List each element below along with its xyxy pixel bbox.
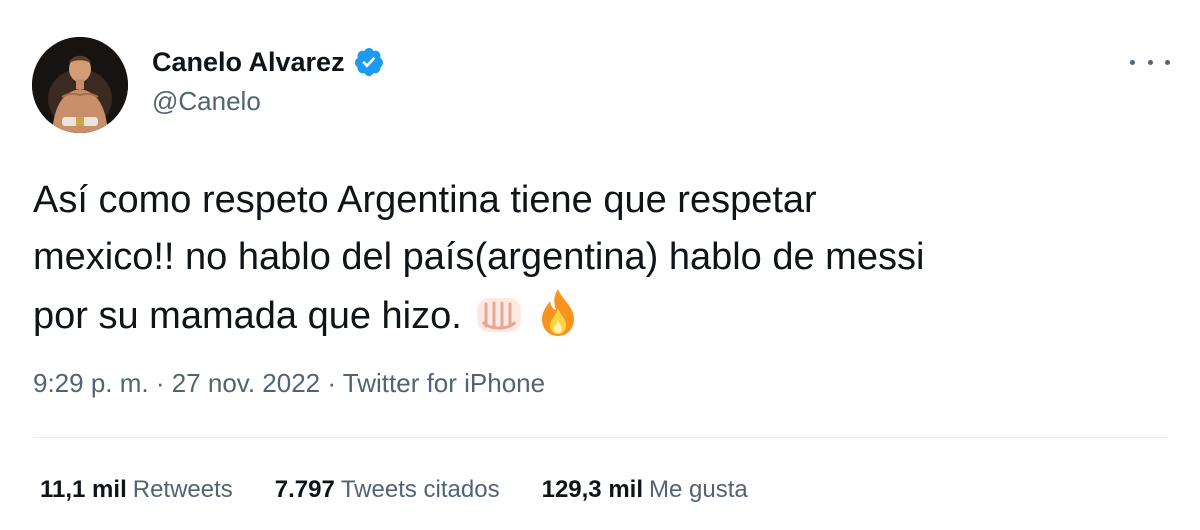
dot xyxy=(1130,59,1135,65)
tweet-text: Así como respeto Argentina tiene que res… xyxy=(33,172,1173,355)
avatar[interactable] xyxy=(32,37,128,133)
verified-badge-icon xyxy=(353,46,385,78)
tweet-text-segment: por su mamada que hizo. xyxy=(33,295,462,337)
fist-emoji-icon xyxy=(474,292,524,355)
tweet-text-line: Así como respeto Argentina tiene que res… xyxy=(33,179,817,221)
author-handle[interactable]: @Canelo xyxy=(152,86,261,117)
retweets-label: Retweets xyxy=(132,476,233,503)
tweet-source[interactable]: Twitter for iPhone xyxy=(343,368,545,398)
retweets-stat[interactable]: 11,1 mil Retweets xyxy=(40,476,233,504)
divider xyxy=(33,437,1168,438)
tweet-metadata: 9:29 p. m. · 27 nov. 2022 · Twitter for … xyxy=(33,368,545,399)
dot xyxy=(1147,59,1153,65)
likes-count: 129,3 mil xyxy=(541,476,643,503)
avatar-photo xyxy=(32,37,128,133)
likes-stat[interactable]: 129,3 mil Me gusta xyxy=(542,476,748,504)
tweet-detail: Canelo Alvarez @Canelo Así como respeto … xyxy=(0,0,1200,530)
tweet-timestamp[interactable]: 9:29 p. m. · 27 nov. 2022 · xyxy=(33,368,343,398)
more-options-icon[interactable] xyxy=(1130,48,1170,76)
dot xyxy=(1165,59,1170,65)
tweet-text-line-last: por su mamada que hizo. xyxy=(33,286,1173,355)
tweet-stats: 11,1 mil Retweets 7.797 Tweets citados 129… xyxy=(40,476,790,504)
tweet-text-line: mexico!! no hablo del país(argentina) ha… xyxy=(33,236,925,278)
quote-tweets-stat[interactable]: 7.797 Tweets citados xyxy=(275,476,500,504)
likes-label: Me gusta xyxy=(649,476,748,503)
fire-emoji-icon xyxy=(532,286,584,355)
quote-tweets-label: Tweets citados xyxy=(340,476,500,503)
quote-tweets-count: 7.797 xyxy=(274,476,335,503)
author-name-row: Canelo Alvarez xyxy=(152,44,385,80)
retweets-count: 11,1 mil xyxy=(40,476,127,503)
display-name[interactable]: Canelo Alvarez xyxy=(152,47,345,78)
